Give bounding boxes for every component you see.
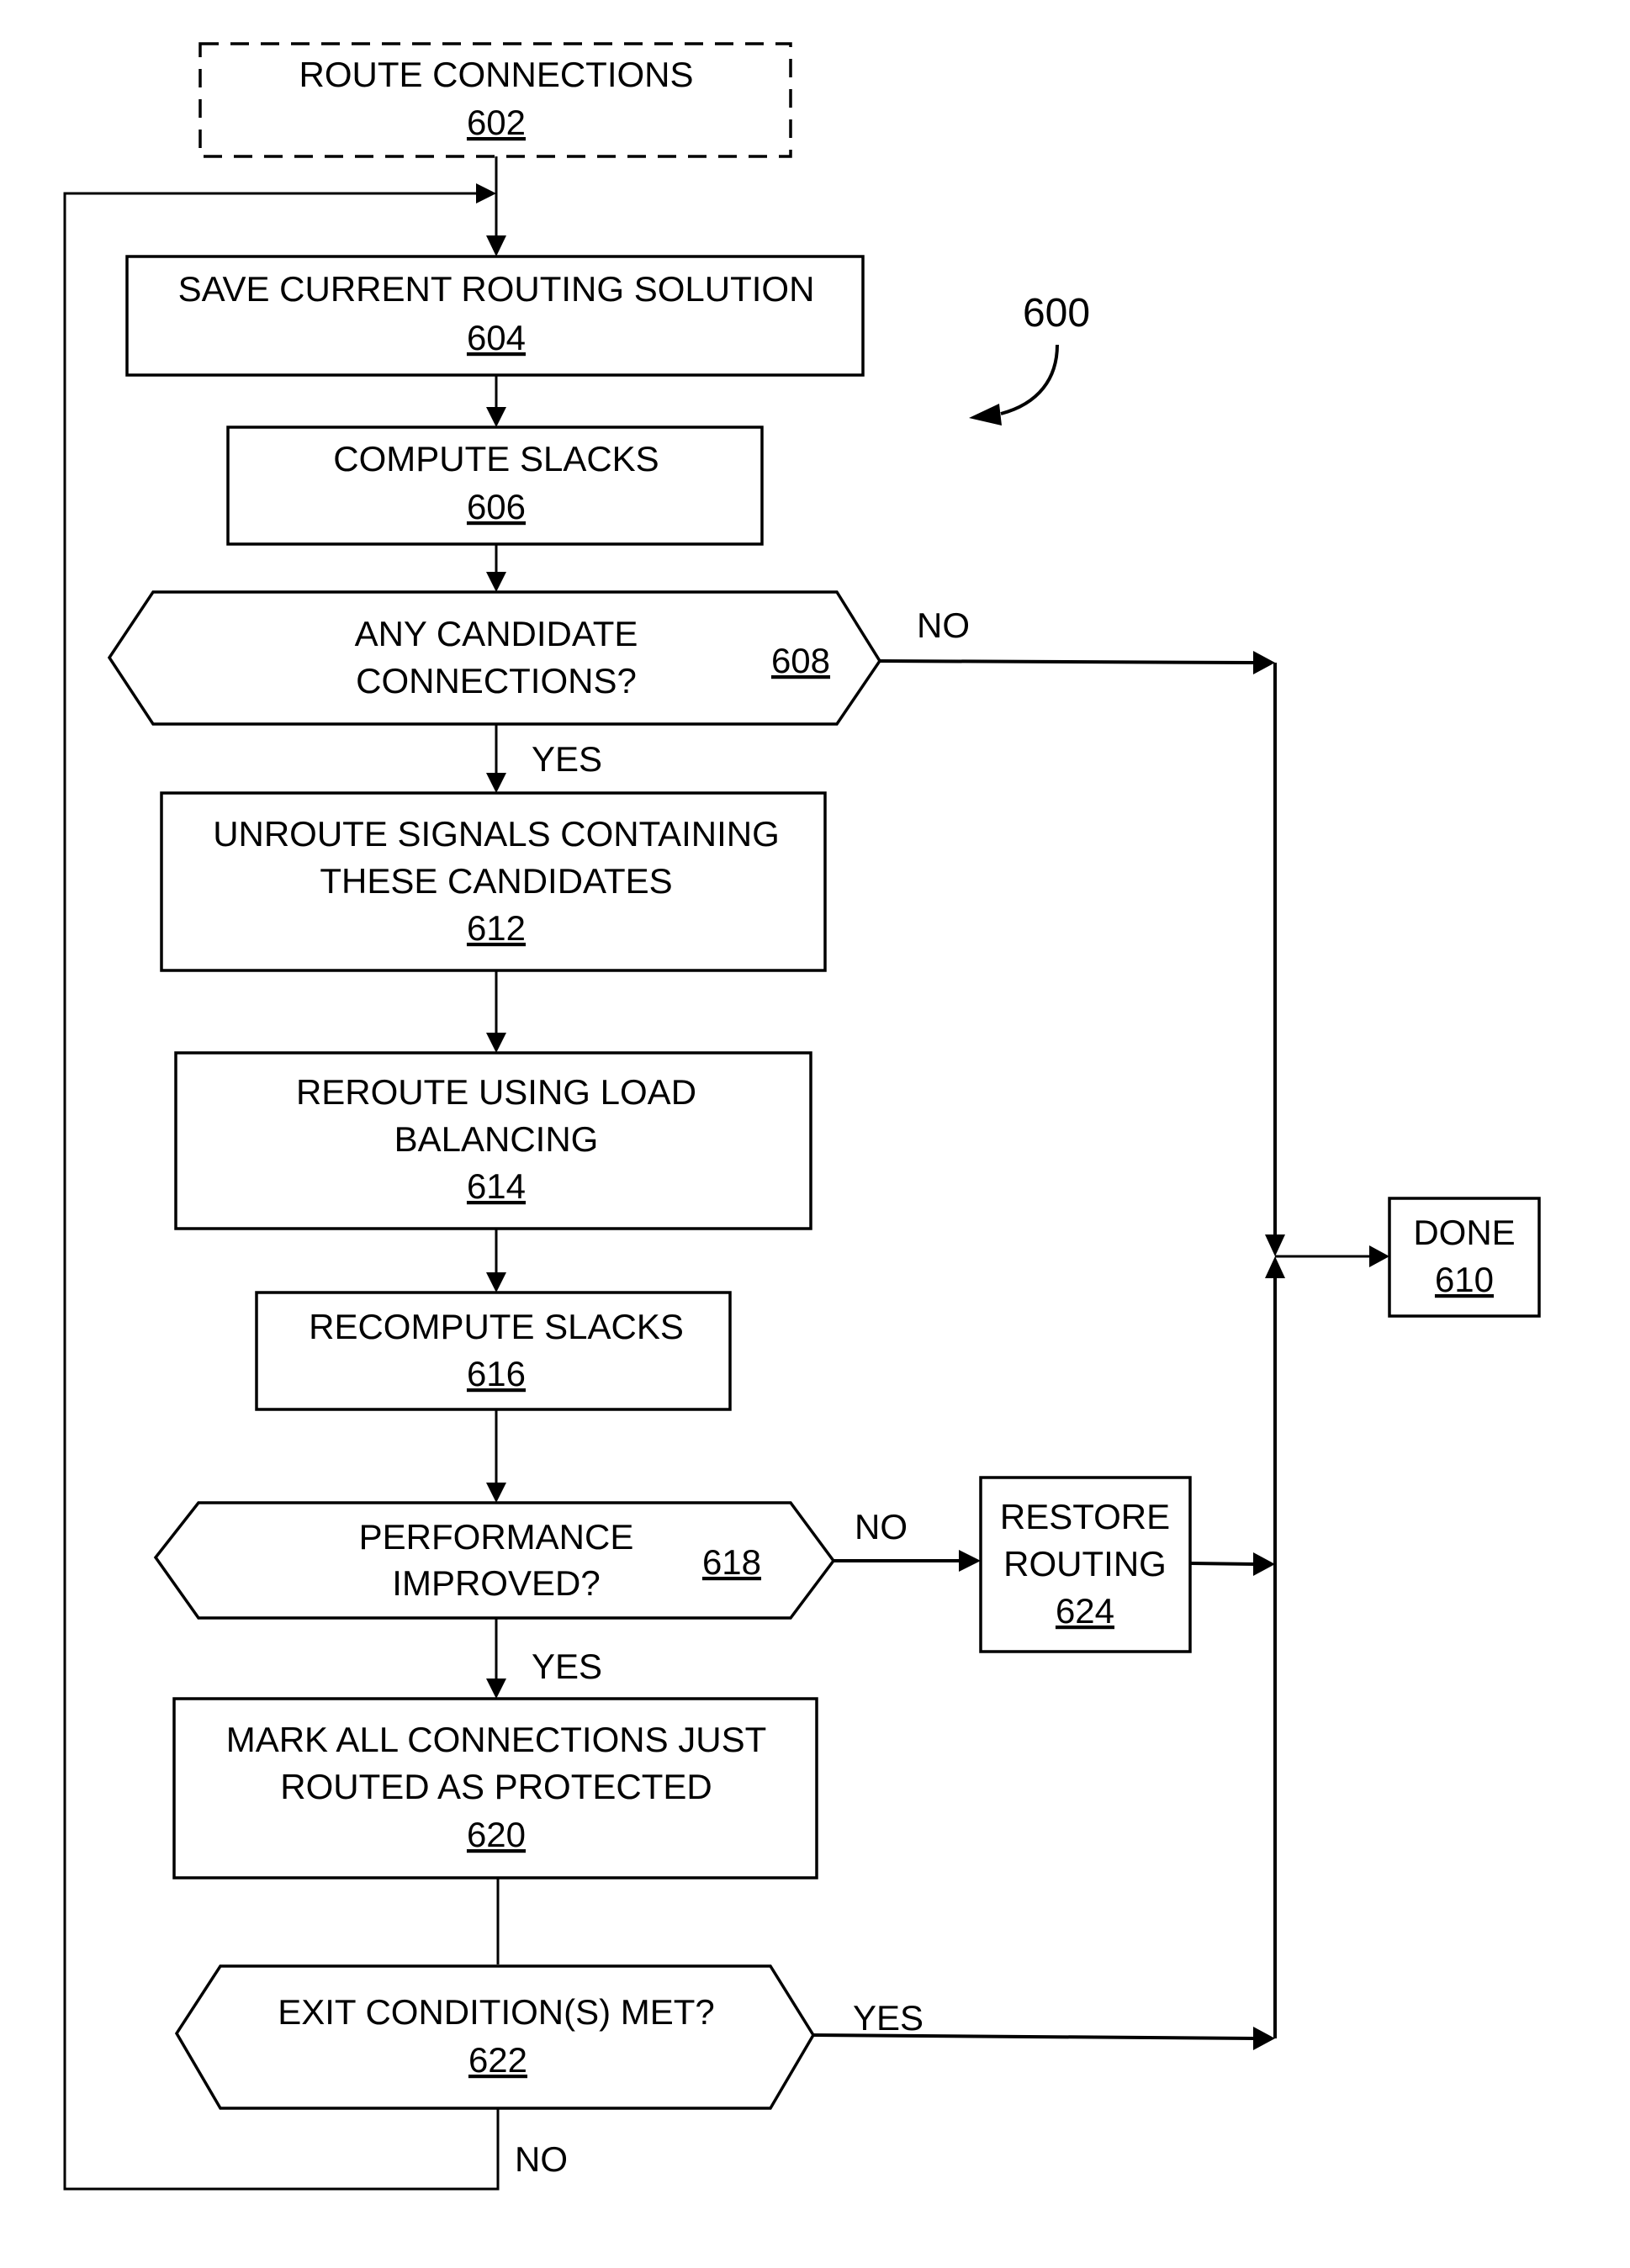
edge-label-618-no: NO bbox=[855, 1507, 908, 1546]
node-618-label-line1: PERFORMANCE bbox=[359, 1517, 634, 1557]
node-620-ref: 620 bbox=[467, 1815, 526, 1854]
node-612-unroute-signals: UNROUTE SIGNALS CONTAINING THESE CANDIDA… bbox=[160, 791, 827, 972]
edge-624-collector bbox=[1189, 1562, 1256, 1566]
edge-label-608-no: NO bbox=[917, 605, 970, 645]
figure-reference-arrowhead bbox=[969, 404, 1002, 426]
arrowhead-into-604 bbox=[486, 235, 506, 256]
flowchart-600: ROUTE CONNECTIONS 602 SAVE CURRENT ROUTI… bbox=[63, 42, 1541, 2191]
node-606-label: COMPUTE SLACKS bbox=[333, 439, 659, 478]
node-618-label-line2: IMPROVED? bbox=[392, 1563, 600, 1603]
edge-608-no bbox=[879, 659, 1256, 664]
arrowhead-into-610 bbox=[1369, 1245, 1389, 1267]
arrowhead-608-no bbox=[1253, 651, 1275, 674]
node-614-label-line2: BALANCING bbox=[394, 1119, 599, 1159]
node-622-shape bbox=[174, 1964, 816, 2110]
node-606-ref: 606 bbox=[467, 487, 526, 526]
arrowhead-collector-down bbox=[1265, 1234, 1285, 1256]
node-614-label-line1: REROUTE USING LOAD bbox=[296, 1072, 696, 1112]
edge-label-622-no: NO bbox=[515, 2139, 568, 2179]
edge-label-608-yes: YES bbox=[532, 739, 602, 779]
node-622-exit-conditions: EXIT CONDITION(S) MET? 622 bbox=[174, 1964, 816, 2110]
arrowhead-into-614 bbox=[486, 1033, 506, 1053]
node-624-label-line1: RESTORE bbox=[1000, 1497, 1170, 1536]
node-610-done: DONE 610 bbox=[1388, 1197, 1541, 1318]
node-618-ref: 618 bbox=[702, 1542, 761, 1582]
node-616-ref: 616 bbox=[467, 1354, 526, 1393]
node-620-mark-protected: MARK ALL CONNECTIONS JUST ROUTED AS PROT… bbox=[172, 1697, 818, 1879]
figure-reference-number: 600 bbox=[1023, 291, 1090, 336]
node-602-route-connections: ROUTE CONNECTIONS 602 bbox=[198, 42, 792, 158]
node-616-recompute-slacks: RECOMPUTE SLACKS 616 bbox=[255, 1291, 732, 1411]
node-620-label-line2: ROUTED AS PROTECTED bbox=[280, 1767, 712, 1806]
arrowhead-into-606 bbox=[486, 407, 506, 427]
node-602-ref: 602 bbox=[467, 103, 526, 142]
node-602-label: ROUTE CONNECTIONS bbox=[299, 55, 693, 94]
arrowhead-into-616 bbox=[486, 1272, 506, 1293]
node-604-save-routing: SAVE CURRENT ROUTING SOLUTION 604 bbox=[125, 255, 865, 377]
figure-reference-600: 600 bbox=[969, 291, 1090, 426]
node-612-label-line1: UNROUTE SIGNALS CONTAINING bbox=[213, 814, 780, 854]
node-614-ref: 614 bbox=[467, 1166, 526, 1206]
node-612-label-line2: THESE CANDIDATES bbox=[320, 861, 672, 901]
node-620-label-line1: MARK ALL CONNECTIONS JUST bbox=[226, 1720, 767, 1759]
node-618-performance-improved: PERFORMANCE IMPROVED? 618 bbox=[153, 1501, 836, 1620]
figure-reference-arrow bbox=[1000, 344, 1059, 415]
node-608-any-candidates: ANY CANDIDATE CONNECTIONS? 608 bbox=[107, 590, 882, 726]
arrowhead-622-yes bbox=[1253, 2027, 1275, 2050]
node-612-ref: 612 bbox=[467, 908, 526, 948]
node-624-restore-routing: RESTORE ROUTING 624 bbox=[979, 1476, 1192, 1653]
node-608-shape bbox=[107, 590, 882, 726]
arrowhead-into-608 bbox=[486, 572, 506, 592]
node-614-reroute: REROUTE USING LOAD BALANCING 614 bbox=[174, 1051, 812, 1230]
node-610-ref: 610 bbox=[1435, 1260, 1494, 1299]
arrowhead-624-collector bbox=[1253, 1552, 1275, 1576]
arrowhead-loop-merge bbox=[476, 183, 496, 204]
node-606-compute-slacks: COMPUTE SLACKS 606 bbox=[226, 426, 764, 546]
edge-label-618-yes: YES bbox=[532, 1647, 602, 1686]
node-622-ref: 622 bbox=[468, 2040, 527, 2080]
node-622-label: EXIT CONDITION(S) MET? bbox=[278, 1992, 715, 2032]
arrowhead-into-612 bbox=[486, 773, 506, 793]
node-608-label-line2: CONNECTIONS? bbox=[356, 661, 637, 700]
node-604-ref: 604 bbox=[467, 318, 526, 357]
node-624-label-line2: ROUTING bbox=[1003, 1544, 1167, 1583]
edge-label-622-yes: YES bbox=[853, 1998, 923, 2038]
node-610-label: DONE bbox=[1413, 1213, 1515, 1252]
node-616-label: RECOMPUTE SLACKS bbox=[309, 1307, 684, 1346]
arrowhead-into-624 bbox=[959, 1550, 981, 1572]
arrowhead-into-620 bbox=[486, 1679, 506, 1699]
node-608-ref: 608 bbox=[771, 641, 830, 680]
node-624-ref: 624 bbox=[1056, 1591, 1114, 1631]
arrowhead-collector-up bbox=[1265, 1256, 1285, 1278]
node-608-label-line1: ANY CANDIDATE bbox=[355, 614, 638, 653]
node-604-label: SAVE CURRENT ROUTING SOLUTION bbox=[178, 269, 815, 309]
arrowhead-into-618 bbox=[486, 1483, 506, 1503]
